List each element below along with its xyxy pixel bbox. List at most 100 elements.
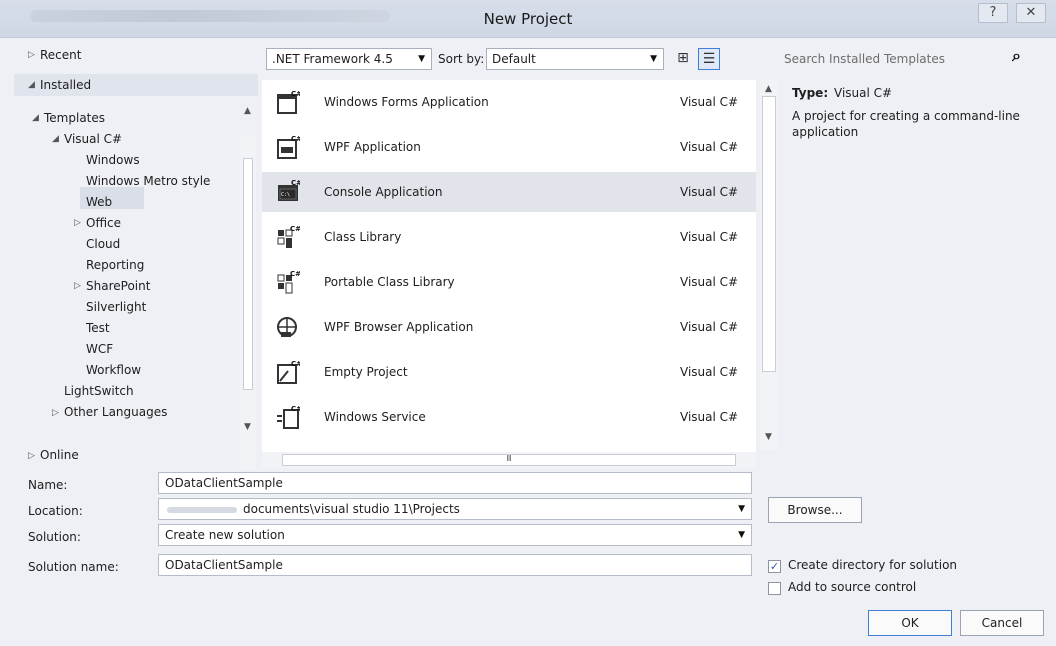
svg-text:C#: C# [290, 225, 300, 233]
tree-item-wcf[interactable]: WCF [86, 342, 113, 356]
sort-value: Default [492, 52, 536, 66]
tree-item-web[interactable]: Web [86, 195, 112, 209]
svg-text:C#: C# [291, 135, 300, 143]
template-language: Visual C# [680, 140, 739, 154]
expand-recent-icon[interactable]: ▷ [28, 50, 35, 60]
tree-scroll-down-icon[interactable]: ▼ [244, 422, 251, 432]
svg-text:C#: C# [291, 179, 300, 187]
expand-other-languages-icon[interactable]: ▷ [52, 408, 59, 418]
sort-dropdown[interactable]: Default ▼ [486, 48, 664, 70]
add-source-control-label[interactable]: Add to source control [788, 580, 916, 594]
list-scroll-down-icon[interactable]: ▼ [765, 432, 772, 442]
tree-item-windows[interactable]: Windows [86, 153, 140, 167]
browse-button[interactable]: Browse... [768, 497, 862, 523]
tree-visual-csharp[interactable]: Visual C# [64, 132, 122, 146]
template-description: A project for creating a command-line ap… [792, 109, 1020, 139]
tree-item-sharepoint[interactable]: SharePoint [86, 279, 150, 293]
tree-item-office[interactable]: Office [86, 216, 121, 230]
tree-item-windows-metro[interactable]: Windows Metro style [86, 174, 210, 188]
solution-label: Solution: [28, 530, 81, 544]
location-label: Location: [28, 504, 83, 518]
solution-name-label: Solution name: [28, 560, 119, 574]
tree-item-other-languages[interactable]: Other Languages [64, 405, 167, 419]
template-name: Empty Project [324, 365, 408, 379]
location-dropdown[interactable]: documents\visual studio 11\Projects ▼ [158, 498, 752, 520]
expand-online-icon[interactable]: ▷ [28, 451, 35, 461]
template-row[interactable]: C# Windows Service Visual C# [262, 397, 756, 437]
portable-class-library-icon: C# [277, 270, 300, 294]
svg-text:C#: C# [291, 90, 300, 98]
create-directory-checkbox[interactable]: ✓ [768, 560, 781, 573]
type-label: Type: [792, 86, 829, 100]
search-icon[interactable]: ⌕ [1012, 46, 1021, 66]
dialog-title: New Project [483, 10, 573, 28]
collapse-templates-icon[interactable]: ◢ [32, 113, 39, 123]
create-directory-label[interactable]: Create directory for solution [788, 558, 957, 572]
title-bar: New Project ? ✕ [0, 0, 1056, 38]
name-label: Name: [28, 478, 68, 492]
dialog-body: ▷ Recent ◢ Installed ◢ Templates ◢ Visua… [0, 38, 1056, 646]
class-library-icon: C# [277, 225, 300, 248]
tree-recent[interactable]: Recent [40, 48, 81, 62]
small-icons-view-icon[interactable]: ⊞ [672, 48, 694, 70]
svg-text:C:\: C:\ [281, 192, 290, 198]
console-icon: C:\ C# [278, 179, 300, 201]
windows-service-icon: C# [277, 405, 300, 429]
windows-forms-icon: C# [277, 90, 300, 114]
blurred-location-prefix [167, 507, 237, 513]
framework-dropdown[interactable]: .NET Framework 4.5 ▼ [266, 48, 432, 70]
sort-label: Sort by: [438, 52, 485, 66]
template-language: Visual C# [680, 185, 739, 199]
wpf-icon: C# [277, 135, 300, 159]
template-language: Visual C# [680, 230, 739, 244]
template-list-scrollbar-thumb[interactable] [762, 96, 776, 372]
tree-item-workflow[interactable]: Workflow [86, 363, 141, 377]
expand-office-icon[interactable]: ▷ [74, 218, 81, 228]
template-row[interactable]: WPF Browser Application Visual C# [262, 307, 756, 347]
expand-sharepoint-icon[interactable]: ▷ [74, 281, 81, 291]
close-button[interactable]: ✕ [1016, 3, 1046, 23]
solution-name-input[interactable]: ODataClientSample [158, 554, 752, 576]
template-name: WPF Browser Application [324, 320, 474, 334]
template-list-hscrollbar-thumb[interactable]: Ⅲ [282, 454, 736, 466]
tree-scrollbar-thumb[interactable] [243, 158, 253, 390]
chevron-down-icon: ▼ [738, 504, 745, 514]
collapse-installed-icon[interactable]: ◢ [28, 80, 35, 90]
template-row[interactable]: C# Empty Project Visual C# [262, 352, 756, 392]
template-language: Visual C# [680, 410, 739, 424]
template-row[interactable]: C# Windows Forms Application Visual C# [262, 82, 756, 122]
tree-installed[interactable]: Installed [40, 78, 91, 92]
cancel-button[interactable]: Cancel [960, 610, 1044, 636]
tree-scroll-up-icon[interactable]: ▲ [244, 106, 251, 116]
template-language: Visual C# [680, 275, 739, 289]
template-language: Visual C# [680, 320, 739, 334]
svg-text:C#: C# [291, 405, 300, 413]
template-name: Windows Service [324, 410, 426, 424]
framework-value: .NET Framework 4.5 [272, 52, 393, 66]
tree-item-lightswitch[interactable]: LightSwitch [64, 384, 134, 398]
help-button[interactable]: ? [978, 3, 1008, 23]
list-scroll-up-icon[interactable]: ▲ [765, 84, 772, 94]
search-templates-input[interactable]: Search Installed Templates [784, 52, 945, 66]
ok-button[interactable]: OK [868, 610, 952, 636]
tree-online[interactable]: Online [40, 448, 79, 462]
list-view-icon[interactable]: ☰ [698, 48, 720, 70]
tree-templates[interactable]: Templates [44, 111, 105, 125]
template-row[interactable]: C# WPF Application Visual C# [262, 127, 756, 167]
add-source-control-checkbox[interactable] [768, 582, 781, 595]
template-name: Windows Forms Application [324, 95, 489, 109]
project-name-input[interactable]: ODataClientSample [158, 472, 752, 494]
tree-item-silverlight[interactable]: Silverlight [86, 300, 146, 314]
template-row-selected[interactable]: C:\ C# Console Application Visual C# [262, 172, 756, 212]
tree-item-test[interactable]: Test [86, 321, 110, 335]
template-name: Console Application [324, 185, 443, 199]
tree-item-cloud[interactable]: Cloud [86, 237, 120, 251]
template-language: Visual C# [680, 95, 739, 109]
solution-dropdown[interactable]: Create new solution ▼ [158, 524, 752, 546]
tree-item-reporting[interactable]: Reporting [86, 258, 144, 272]
chevron-down-icon: ▼ [650, 54, 657, 64]
collapse-visual-csharp-icon[interactable]: ◢ [52, 134, 59, 144]
template-row[interactable]: C# Class Library Visual C# [262, 217, 756, 257]
template-name: Portable Class Library [324, 275, 455, 289]
template-row[interactable]: C# Portable Class Library Visual C# [262, 262, 756, 302]
